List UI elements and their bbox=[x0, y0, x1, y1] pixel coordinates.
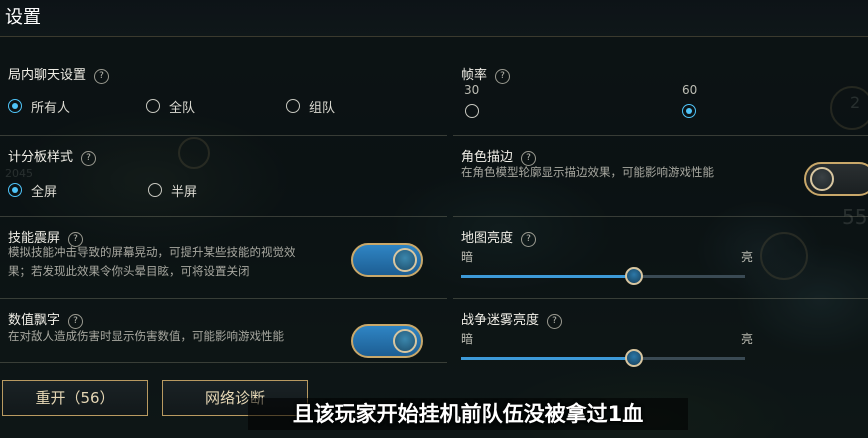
fps-option-30-radio[interactable] bbox=[465, 104, 479, 118]
skill-shake-description-line2: 果；若发现此效果令你头晕目眩，可将设置关闭 bbox=[8, 264, 250, 278]
outline-toggle[interactable] bbox=[804, 162, 868, 196]
toggle-knob bbox=[393, 248, 417, 272]
skill-shake-toggle[interactable] bbox=[351, 243, 423, 277]
chat-option-team-label[interactable]: 全队 bbox=[169, 97, 195, 116]
settings-title: 设置 bbox=[5, 7, 41, 28]
divider bbox=[0, 298, 447, 299]
help-icon[interactable]: ? bbox=[547, 314, 563, 329]
settings-header: 设置 bbox=[0, 0, 868, 37]
restart-button[interactable]: 重开（56） bbox=[2, 380, 148, 416]
fog-brightness-slider-fill bbox=[461, 357, 635, 360]
fog-brightness-min-label: 暗 bbox=[461, 332, 474, 346]
damage-numbers-toggle[interactable] bbox=[351, 324, 423, 358]
divider bbox=[0, 216, 447, 217]
scoreboard-fullscreen-label[interactable]: 全屏 bbox=[31, 181, 57, 200]
divider bbox=[0, 135, 447, 136]
divider bbox=[453, 135, 868, 136]
toggle-knob bbox=[810, 167, 834, 191]
map-brightness-slider-track[interactable] bbox=[461, 275, 745, 278]
map-brightness-min-label: 暗 bbox=[461, 250, 474, 264]
overlay-dim bbox=[0, 0, 868, 438]
chat-option-team-radio[interactable] bbox=[146, 99, 160, 113]
skill-shake-description-line1: 模拟技能冲击导致的屏幕晃动，可提升某些技能的视觉效 bbox=[8, 245, 296, 259]
fog-brightness-max-label: 亮 bbox=[741, 332, 754, 346]
damage-numbers-label: 数值飘字? bbox=[8, 309, 84, 329]
fps-option-60-radio[interactable] bbox=[682, 104, 696, 118]
map-brightness-max-label: 亮 bbox=[741, 250, 754, 264]
scoreboard-halfscreen-label[interactable]: 半屏 bbox=[171, 181, 197, 200]
toggle-knob bbox=[393, 329, 417, 353]
scoreboard-style-label: 计分板样式? bbox=[8, 146, 97, 166]
fps-option-60-label: 60 bbox=[682, 83, 698, 97]
chat-option-everyone-radio[interactable] bbox=[8, 99, 22, 113]
chat-option-party-radio[interactable] bbox=[286, 99, 300, 113]
outline-description: 在角色模型轮廓显示描边效果，可能影响游戏性能 bbox=[461, 165, 714, 179]
scoreboard-halfscreen-radio[interactable] bbox=[148, 183, 162, 197]
damage-numbers-description: 在对敌人造成伤害时显示伤害数值，可能影响游戏性能 bbox=[8, 329, 284, 343]
chat-option-party-label[interactable]: 组队 bbox=[309, 97, 335, 116]
fps-label: 帧率? bbox=[461, 64, 511, 84]
help-icon[interactable]: ? bbox=[495, 69, 511, 84]
map-brightness-slider-fill bbox=[461, 275, 635, 278]
fog-brightness-slider-track[interactable] bbox=[461, 357, 745, 360]
video-subtitle: 且该玩家开始挂机前队伍没被拿过1血 bbox=[248, 398, 688, 430]
chat-option-everyone-label[interactable]: 所有人 bbox=[31, 97, 70, 116]
help-icon[interactable]: ? bbox=[81, 151, 97, 166]
chat-settings-label: 局内聊天设置? bbox=[8, 64, 110, 84]
fog-brightness-label: 战争迷雾亮度? bbox=[461, 309, 563, 329]
scoreboard-fullscreen-radio[interactable] bbox=[8, 183, 22, 197]
fps-option-30-label: 30 bbox=[464, 83, 480, 97]
help-icon[interactable]: ? bbox=[521, 232, 537, 247]
map-brightness-label: 地图亮度? bbox=[461, 227, 537, 247]
divider bbox=[453, 298, 868, 299]
divider bbox=[453, 216, 868, 217]
divider bbox=[0, 362, 447, 363]
help-icon[interactable]: ? bbox=[94, 69, 110, 84]
